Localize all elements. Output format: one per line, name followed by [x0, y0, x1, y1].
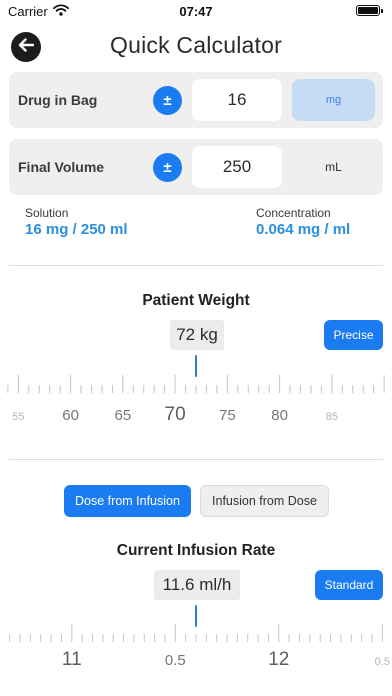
status-bar: Carrier 07:47 — [0, 0, 392, 24]
final-volume-field[interactable]: 250 — [192, 146, 282, 188]
drug-plus-minus-button[interactable]: ± — [153, 86, 182, 115]
weight-ruler[interactable]: 55 60 65 70 75 80 85 — [0, 354, 392, 425]
patient-weight-title: Patient Weight — [142, 292, 250, 309]
concentration-value: 0.064 mg / ml — [256, 221, 351, 238]
plus-minus-icon: ± — [163, 92, 172, 109]
navigation-bar: Quick Calculator — [0, 30, 392, 64]
standard-button[interactable]: Standard — [315, 570, 383, 600]
infusion-rate-title: Current Infusion Rate — [116, 542, 276, 559]
solution-label: Solution — [25, 206, 69, 220]
battery-icon — [356, 5, 383, 16]
drug-unit-selector[interactable]: mg — [292, 79, 375, 121]
status-time: 07:47 — [179, 4, 213, 19]
ruler-label: 85 — [326, 411, 338, 423]
drug-in-bag-label: Drug in Bag — [18, 92, 98, 108]
final-volume-label: Final Volume — [18, 159, 105, 175]
page-title: Quick Calculator — [110, 32, 282, 58]
volume-plus-minus-button[interactable]: ± — [153, 153, 182, 182]
drug-amount-field[interactable]: 16 — [192, 79, 282, 121]
ruler-indicator — [195, 355, 197, 377]
divider — [9, 265, 383, 266]
plus-minus-icon: ± — [163, 159, 172, 176]
divider — [9, 459, 383, 460]
ruler-label: 55 — [12, 411, 24, 423]
ruler-label: 65 — [115, 407, 132, 424]
ruler-label: 11 — [62, 649, 82, 670]
infusion-rate-ruler[interactable]: 100.5110.5120.513 — [0, 604, 392, 670]
infusion-rate-readout: 11.6 ml/h — [154, 570, 240, 600]
weight-readout: 72 kg — [170, 320, 224, 350]
infusion-from-dose-button[interactable]: Infusion from Dose — [200, 485, 329, 517]
drug-in-bag-row: Drug in Bag ± 16 mg — [9, 72, 383, 128]
volume-unit-label: mL — [325, 160, 342, 174]
final-volume-row: Final Volume ± 250 mL — [9, 139, 383, 195]
ruler-label: 70 — [165, 404, 186, 425]
ruler-label: 75 — [219, 407, 236, 424]
ruler-label: 0.5 — [375, 656, 390, 668]
ruler-indicator — [195, 605, 197, 627]
ruler-label: 60 — [62, 407, 79, 424]
ruler-label: 80 — [271, 407, 288, 424]
solution-value: 16 mg / 250 ml — [25, 221, 128, 238]
concentration-label: Concentration — [256, 206, 331, 220]
ruler-label: 12 — [268, 649, 289, 670]
dose-from-infusion-button[interactable]: Dose from Infusion — [64, 485, 191, 517]
ruler-label: 0.5 — [165, 652, 186, 669]
precise-button[interactable]: Precise — [324, 320, 383, 350]
